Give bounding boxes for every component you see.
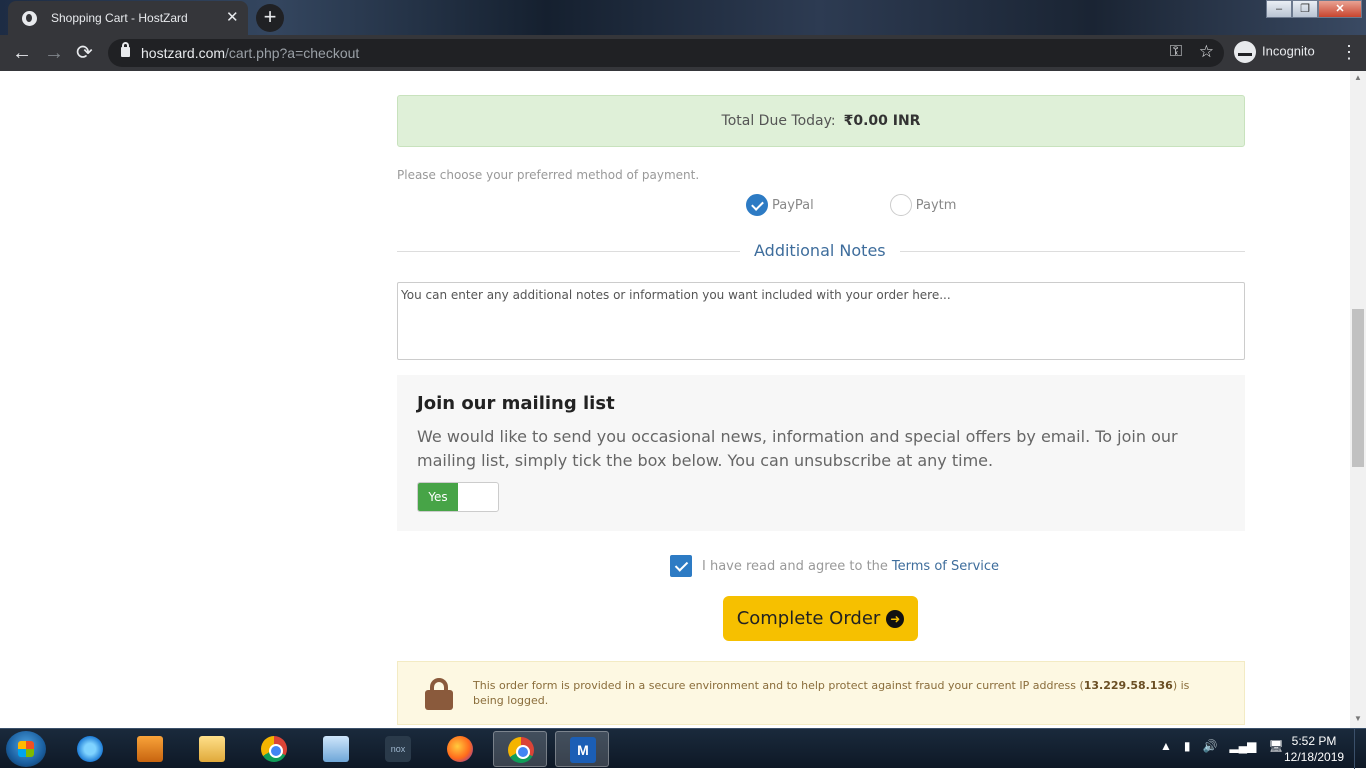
terms-agreement-row: I have read and agree to the Terms of Se… xyxy=(670,555,999,577)
mailing-list-title: Join our mailing list xyxy=(417,393,615,414)
window-close-button[interactable]: ✕ xyxy=(1318,0,1362,18)
mailing-list-toggle[interactable]: Yes xyxy=(417,482,499,512)
payment-label-paypal[interactable]: PayPal xyxy=(772,198,814,213)
additional-notes-textarea[interactable] xyxy=(397,282,1245,360)
browser-tab[interactable]: Shopping Cart - HostZard ✕ xyxy=(8,1,248,35)
volume-icon[interactable]: 🔊 xyxy=(1203,739,1218,753)
payment-method-group: PayPal Paytm xyxy=(746,194,992,216)
taskbar-app-explorer[interactable] xyxy=(185,731,239,767)
url-domain: hostzard.com xyxy=(141,45,226,61)
notepad-icon xyxy=(323,736,349,762)
taskbar-app-chrome[interactable] xyxy=(247,731,301,767)
toggle-yes-label: Yes xyxy=(418,483,458,511)
network-icon[interactable]: 🖥 xyxy=(1268,739,1283,753)
show-hidden-icons[interactable]: ▲ xyxy=(1160,739,1172,753)
file-explorer-icon xyxy=(199,736,225,762)
total-due-banner: Total Due Today: ₹0.00 INR xyxy=(397,95,1245,147)
security-notice: This order form is provided in a secure … xyxy=(397,661,1245,725)
maximize-button[interactable]: ❐ xyxy=(1292,0,1318,18)
battery-icon[interactable]: ▮ xyxy=(1184,739,1191,753)
clock-date: 12/18/2019 xyxy=(1284,750,1345,764)
taskbar-app-ie[interactable] xyxy=(63,731,117,767)
nox-icon: nox xyxy=(385,736,411,762)
url-text[interactable]: hostzard.com/cart.php?a=checkout xyxy=(141,45,359,61)
bookmark-star-icon[interactable]: ☆ xyxy=(1199,42,1214,62)
padlock-icon xyxy=(425,678,453,710)
payment-radio-paypal[interactable] xyxy=(746,194,768,216)
chrome-icon xyxy=(508,737,534,763)
taskbar-app-notepad[interactable] xyxy=(309,731,363,767)
browser-menu-icon[interactable]: ⋮ xyxy=(1340,42,1358,63)
windows-logo-icon xyxy=(18,741,34,757)
firefox-icon xyxy=(447,736,473,762)
mailing-list-panel: Join our mailing list We would like to s… xyxy=(397,375,1245,531)
total-due-value: ₹0.00 INR xyxy=(843,113,921,129)
terms-checkbox[interactable] xyxy=(670,555,692,577)
taskbar-app-nox[interactable]: nox xyxy=(371,731,425,767)
taskbar-app-malwarebytes[interactable]: M xyxy=(555,731,609,767)
window-controls: – ❐ ✕ xyxy=(1266,0,1362,20)
complete-order-label: Complete Order xyxy=(736,608,881,629)
minimize-button[interactable]: – xyxy=(1266,0,1292,18)
taskbar-app-media[interactable] xyxy=(123,731,177,767)
total-due-label: Total Due Today: xyxy=(721,113,836,129)
new-tab-button[interactable]: + xyxy=(256,4,284,32)
malwarebytes-icon: M xyxy=(570,737,596,763)
incognito-label: Incognito xyxy=(1262,43,1315,59)
scroll-down-arrow-icon[interactable]: ▼ xyxy=(1354,714,1362,723)
incognito-indicator[interactable]: Incognito xyxy=(1234,41,1315,63)
address-bar[interactable]: hostzard.com/cart.php?a=checkout ⚿ ☆ xyxy=(108,39,1224,67)
complete-order-button[interactable]: Complete Order ➜ xyxy=(723,596,918,641)
additional-notes-heading: Additional Notes xyxy=(740,241,900,260)
forward-arrow-icon[interactable]: → xyxy=(44,41,64,65)
key-icon[interactable]: ⚿ xyxy=(1170,43,1182,61)
windows-taskbar: nox M ▲ ▮ 🔊 ▂▄▆ 🖥 5:52 PM 12/18/2019 xyxy=(0,728,1366,769)
incognito-icon xyxy=(1234,41,1256,63)
lock-icon xyxy=(121,42,130,57)
mailing-list-description: We would like to send you occasional new… xyxy=(417,427,1178,470)
scroll-up-arrow-icon[interactable]: ▲ xyxy=(1354,73,1362,82)
reload-icon[interactable]: ⟳ xyxy=(76,41,93,65)
arrow-circle-right-icon: ➜ xyxy=(886,610,905,628)
signal-icon[interactable]: ▂▄▆ xyxy=(1229,739,1256,753)
security-notice-text: This order form is provided in a secure … xyxy=(473,678,1223,708)
checkout-page: Total Due Today: ₹0.00 INR Please choose … xyxy=(0,71,1350,728)
browser-toolbar: ← → ⟳ hostzard.com/cart.php?a=checkout ⚿… xyxy=(0,35,1366,71)
page-scrollbar[interactable]: ▲ ▼ xyxy=(1350,71,1366,728)
tab-close-icon[interactable]: ✕ xyxy=(226,8,239,26)
payment-method-prompt: Please choose your preferred method of p… xyxy=(397,168,700,182)
taskbar-app-firefox[interactable] xyxy=(433,731,487,767)
ip-address: 13.229.58.136 xyxy=(1083,679,1173,692)
start-button[interactable] xyxy=(6,731,46,767)
internet-explorer-icon xyxy=(77,736,103,762)
show-desktop-button[interactable] xyxy=(1354,729,1366,769)
system-clock[interactable]: 5:52 PM 12/18/2019 xyxy=(1284,733,1344,765)
back-arrow-icon[interactable]: ← xyxy=(12,41,32,65)
payment-label-paytm[interactable]: Paytm xyxy=(916,198,957,213)
payment-radio-paytm[interactable] xyxy=(889,194,912,216)
taskbar-app-chrome-active[interactable] xyxy=(493,731,547,767)
scrollbar-thumb[interactable] xyxy=(1352,309,1364,467)
media-player-icon xyxy=(137,736,163,762)
globe-icon xyxy=(22,11,37,26)
terms-of-service-link[interactable]: Terms of Service xyxy=(892,559,999,574)
system-tray: ▲ ▮ 🔊 ▂▄▆ 🖥 xyxy=(1160,739,1284,753)
tab-title: Shopping Cart - HostZard xyxy=(51,11,188,25)
clock-time: 5:52 PM xyxy=(1291,734,1337,748)
security-text-before: This order form is provided in a secure … xyxy=(473,679,1084,692)
browser-tab-strip: Shopping Cart - HostZard ✕ + – ❐ ✕ xyxy=(0,0,1366,35)
url-path: /cart.php?a=checkout xyxy=(225,45,360,61)
chrome-icon xyxy=(261,736,287,762)
terms-prefix-text: I have read and agree to the xyxy=(702,558,888,574)
